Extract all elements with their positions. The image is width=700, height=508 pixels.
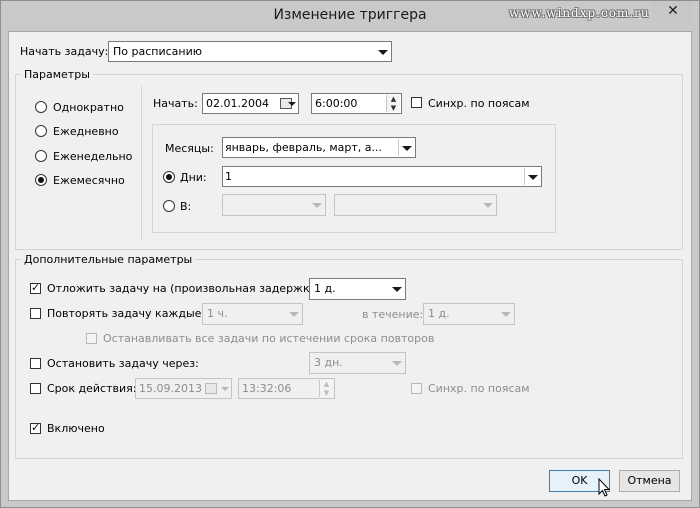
- days-value: 1: [225, 170, 232, 183]
- time-spinner[interactable]: ▲ ▼: [386, 95, 400, 112]
- duration-select[interactable]: 1 д.: [423, 303, 515, 325]
- chevron-down-icon: [392, 361, 402, 366]
- radio-daily-label: Ежедневно: [53, 125, 119, 138]
- calendar-icon: [205, 383, 217, 394]
- repeat-select[interactable]: 1 ч.: [202, 303, 303, 325]
- parameters-caption: Параметры: [21, 68, 93, 81]
- expire-date-picker[interactable]: 15.09.2013: [135, 378, 232, 399]
- advanced-caption: Дополнительные параметры: [21, 253, 196, 266]
- delay-checkbox[interactable]: ✓: [30, 281, 41, 294]
- chevron-down-icon: [392, 287, 402, 292]
- week-select[interactable]: [222, 194, 326, 216]
- time-spinner[interactable]: ▲ ▼: [319, 380, 333, 397]
- chevron-down-icon: [402, 145, 412, 151]
- radio-monthly-label: Ежемесячно: [53, 174, 125, 187]
- stop-after-select[interactable]: 3 дн.: [309, 352, 406, 374]
- expire-time-value: 13:32:06: [242, 382, 292, 395]
- on-label: В:: [180, 200, 192, 213]
- days-label: Дни:: [180, 171, 207, 184]
- close-button[interactable]: ✕: [653, 1, 693, 23]
- chevron-down-icon: [378, 49, 388, 55]
- expire-sync-checkbox[interactable]: [411, 383, 422, 394]
- months-label: Месяцы:: [165, 142, 214, 155]
- schedule-divider: [141, 86, 142, 240]
- watermark-text: www.windxp.com.ru: [509, 6, 650, 20]
- radio-weekly-label: Еженедельно: [53, 150, 133, 163]
- chevron-down-icon: [288, 101, 296, 106]
- expire-date-value: 15.09.2013: [139, 382, 202, 395]
- radio-days[interactable]: [163, 171, 175, 183]
- delay-value: 1 д.: [314, 282, 336, 295]
- delay-select[interactable]: 1 д.: [309, 278, 406, 300]
- duration-value: 1 д.: [428, 307, 450, 320]
- chevron-down-icon: [483, 203, 493, 208]
- close-icon: ✕: [667, 3, 679, 19]
- enabled-checkbox[interactable]: ✓: [30, 421, 41, 434]
- duration-label: в течение:: [362, 308, 424, 321]
- start-label: Начать:: [153, 97, 198, 110]
- dialog-window: Изменение триггера www.windxp.com.ru ✕ Н…: [0, 0, 700, 508]
- stop-after-value: 3 дн.: [314, 356, 343, 369]
- expire-checkbox[interactable]: [30, 383, 41, 394]
- chevron-down-icon: [312, 203, 322, 208]
- expire-time-field[interactable]: 13:32:06 ▲ ▼: [238, 378, 335, 399]
- radio-weekly[interactable]: [35, 150, 47, 162]
- chevron-down-icon: [501, 312, 511, 317]
- enabled-label: Включено: [47, 422, 105, 435]
- repeat-value: 1 ч.: [207, 307, 228, 320]
- months-value: январь, февраль, март, а...: [225, 141, 383, 154]
- sync-timezones-checkbox[interactable]: [411, 97, 422, 108]
- start-time-value: 6:00:00: [315, 97, 358, 110]
- days-select[interactable]: 1: [222, 166, 542, 187]
- radio-on[interactable]: [163, 200, 175, 212]
- expire-label: Срок действия:: [47, 382, 137, 395]
- stop-after-checkbox[interactable]: [30, 358, 41, 369]
- expire-sync-label: Синхр. по поясам: [428, 382, 530, 395]
- begin-task-label: Начать задачу:: [20, 45, 109, 58]
- start-date-picker[interactable]: 02.01.2004: [202, 93, 299, 114]
- begin-task-value: По расписанию: [113, 45, 202, 58]
- weekday-select[interactable]: [334, 194, 497, 216]
- spin-down-icon[interactable]: ▼: [320, 389, 333, 398]
- dialog-client-area: Начать задачу: По расписанию Параметры О…: [8, 31, 692, 501]
- radio-daily[interactable]: [35, 125, 47, 137]
- checkmark-icon: ✓: [31, 421, 41, 434]
- start-date-value: 02.01.2004: [206, 97, 269, 110]
- cancel-button[interactable]: Отмена: [619, 470, 680, 492]
- sync-timezones-label: Синхр. по поясам: [428, 97, 530, 110]
- repeat-label: Повторять задачу каждые:: [47, 307, 206, 320]
- repeat-checkbox[interactable]: [30, 308, 41, 319]
- delay-label: Отложить задачу на (произвольная задержк…: [47, 282, 325, 295]
- spin-up-icon[interactable]: ▲: [320, 380, 333, 389]
- chevron-down-icon: [289, 312, 299, 317]
- checkmark-icon: ✓: [31, 281, 41, 294]
- stop-all-label: Останавливать все задачи по истечении ср…: [103, 332, 435, 345]
- chevron-down-icon: [528, 174, 538, 180]
- begin-task-select[interactable]: По расписанию: [108, 41, 392, 62]
- spin-down-icon[interactable]: ▼: [387, 104, 400, 113]
- chevron-down-icon: [221, 386, 229, 391]
- mouse-cursor-icon: [598, 478, 611, 497]
- spin-up-icon[interactable]: ▲: [387, 95, 400, 104]
- radio-once-label: Однократно: [53, 101, 124, 114]
- months-select[interactable]: январь, февраль, март, а...: [222, 137, 416, 158]
- radio-monthly[interactable]: [35, 174, 47, 186]
- stop-all-checkbox[interactable]: [86, 333, 97, 344]
- title-bar[interactable]: Изменение триггера www.windxp.com.ru ✕: [1, 1, 699, 31]
- start-time-field[interactable]: 6:00:00 ▲ ▼: [311, 93, 402, 114]
- radio-once[interactable]: [35, 101, 47, 113]
- stop-after-label: Остановить задачу через:: [47, 357, 199, 370]
